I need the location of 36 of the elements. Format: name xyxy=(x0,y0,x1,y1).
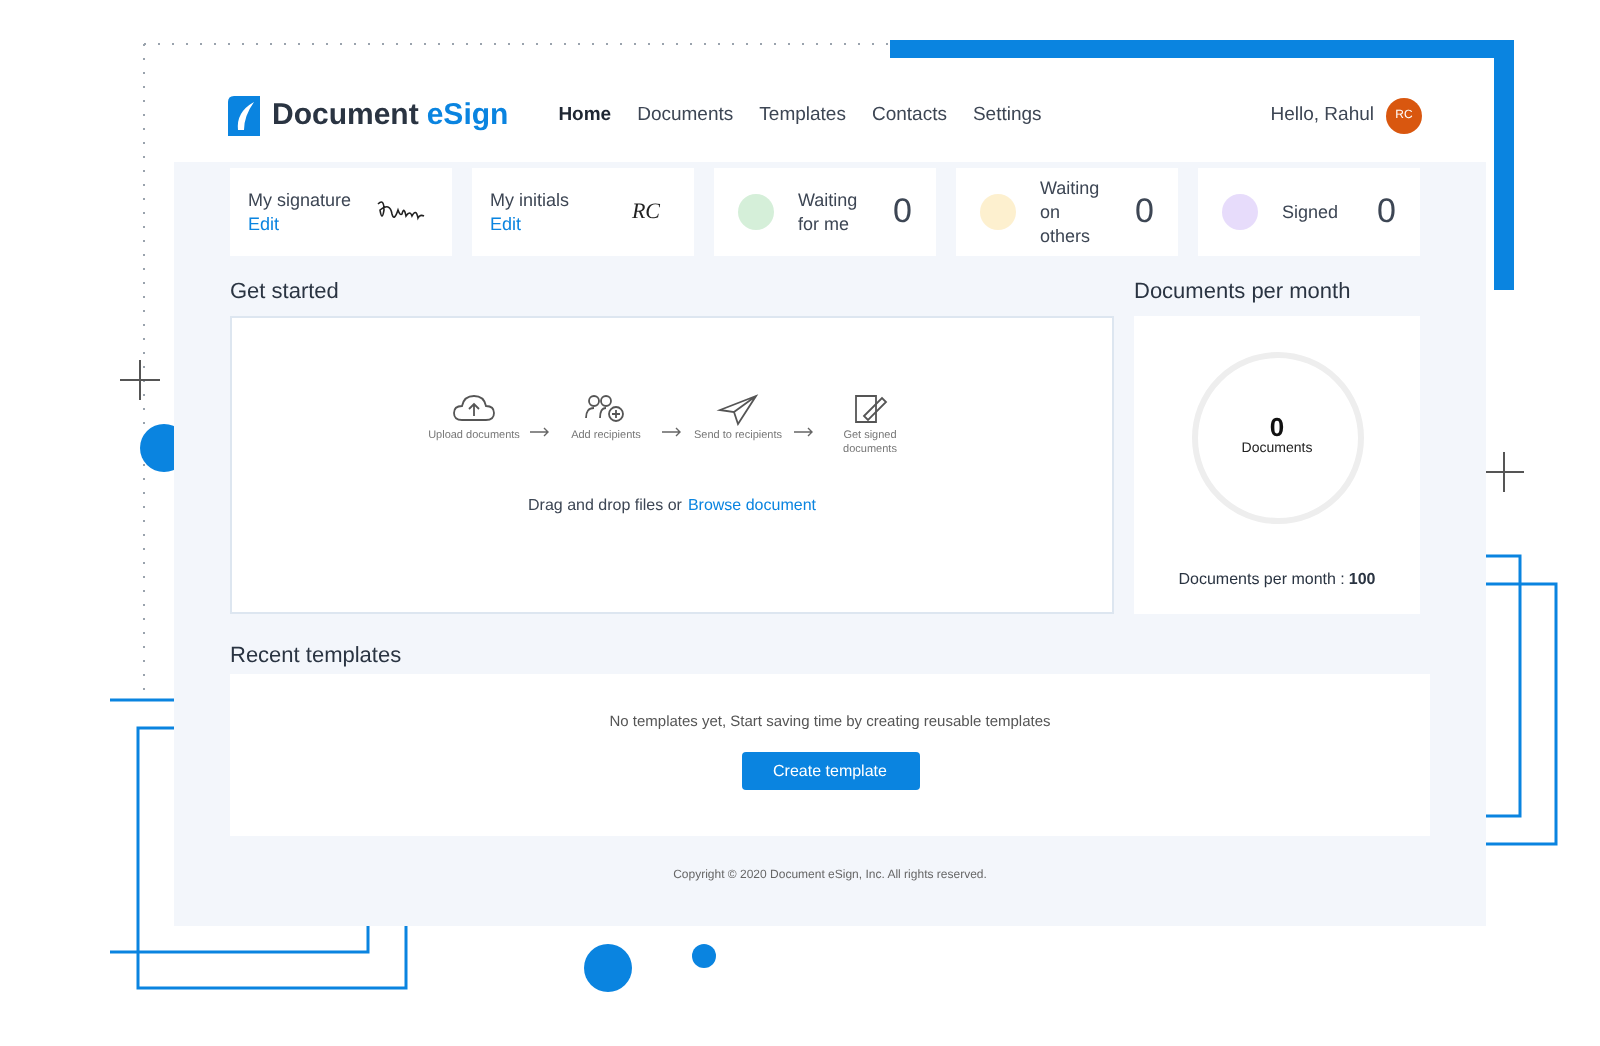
count-text: 0 xyxy=(1269,414,1285,441)
initials-text: RC xyxy=(631,197,660,228)
count-text: 0 xyxy=(1377,190,1396,235)
upload-icon xyxy=(452,394,496,426)
section-title: Get started xyxy=(230,278,341,308)
edit-link[interactable]: Edit xyxy=(490,212,620,236)
arrow-icon xyxy=(794,426,814,438)
edit-link[interactable]: Edit xyxy=(248,212,362,236)
nav-link[interactable]: Contacts xyxy=(871,101,947,131)
card-label: My initials xyxy=(490,188,572,212)
send-icon xyxy=(716,394,760,426)
count-text: 0 xyxy=(1135,190,1154,235)
logo-text: eSign xyxy=(426,95,509,136)
drop-text: Drag and drop files or xyxy=(528,494,682,518)
logo-icon xyxy=(228,96,260,136)
card-label: Waiting on others xyxy=(1040,176,1102,248)
nav-link[interactable]: Settings xyxy=(972,101,1042,131)
browse-link[interactable]: Browse document xyxy=(687,494,816,518)
section-title: Recent templates xyxy=(230,642,404,672)
signature-drawing xyxy=(374,198,426,226)
limit-label: Documents per month : xyxy=(1178,568,1345,592)
count-text: 0 xyxy=(893,190,912,235)
section-title: Documents per month xyxy=(1134,278,1353,308)
greeting-text: Hello, Rahul xyxy=(1270,101,1374,130)
recipients-icon xyxy=(584,394,628,426)
nav-link[interactable]: Templates xyxy=(759,101,846,131)
nav-link[interactable]: Home xyxy=(558,101,612,131)
arrow-icon xyxy=(530,426,550,438)
create-template-button[interactable]: Create template xyxy=(741,752,919,791)
logo-text: Document xyxy=(272,95,419,136)
card-label: Signed xyxy=(1282,200,1341,224)
nav-link[interactable]: Documents xyxy=(637,101,734,131)
card-label: My signature xyxy=(248,188,354,212)
limit-value: 100 xyxy=(1348,568,1376,592)
card-label: Waiting for me xyxy=(798,188,860,236)
arrow-icon xyxy=(662,426,682,438)
